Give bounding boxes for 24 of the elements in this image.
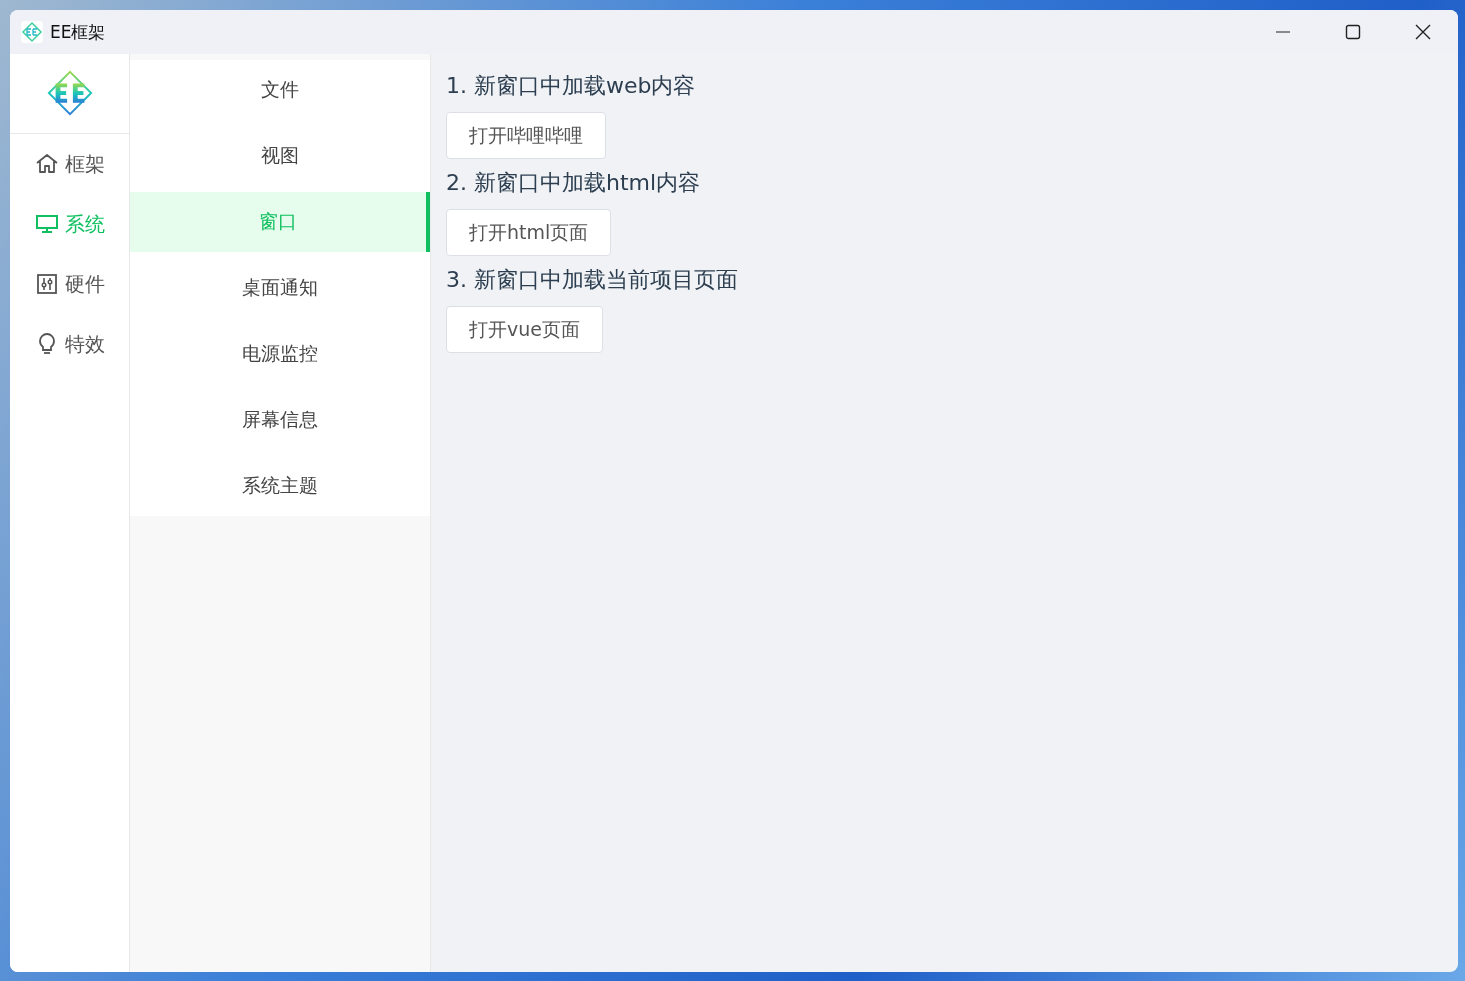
monitor-icon [34, 212, 59, 236]
minimize-icon [1275, 31, 1291, 33]
menu-item[interactable]: 电源监控 [130, 324, 430, 384]
menu-item[interactable]: 屏幕信息 [130, 390, 430, 450]
app-logo-icon [20, 20, 44, 44]
sliders-icon [34, 272, 59, 296]
close-icon [1415, 24, 1431, 40]
open-button[interactable]: 打开vue页面 [446, 306, 603, 353]
section-heading: 1. 新窗口中加载web内容 [446, 72, 697, 100]
window-title: EE框架 [50, 20, 106, 44]
home-icon [34, 152, 59, 176]
section-heading: 2. 新窗口中加载html内容 [446, 169, 702, 197]
menu-item[interactable]: 桌面通知 [130, 258, 430, 318]
section-heading: 3. 新窗口中加载当前项目页面 [446, 266, 738, 294]
nav-item[interactable]: 硬件 [10, 254, 129, 314]
open-button[interactable]: 打开哔哩哔哩 [446, 112, 606, 159]
menu-item[interactable]: 系统主题 [130, 456, 430, 516]
menu-item[interactable]: 文件 [130, 60, 430, 120]
open-button[interactable]: 打开html页面 [446, 209, 612, 256]
app-logo-icon [45, 69, 94, 118]
nav-item[interactable]: 特效 [10, 314, 129, 374]
maximize-icon [1345, 24, 1361, 40]
nav-item[interactable]: 框架 [10, 134, 129, 194]
menu-item[interactable]: 视图 [130, 126, 430, 186]
